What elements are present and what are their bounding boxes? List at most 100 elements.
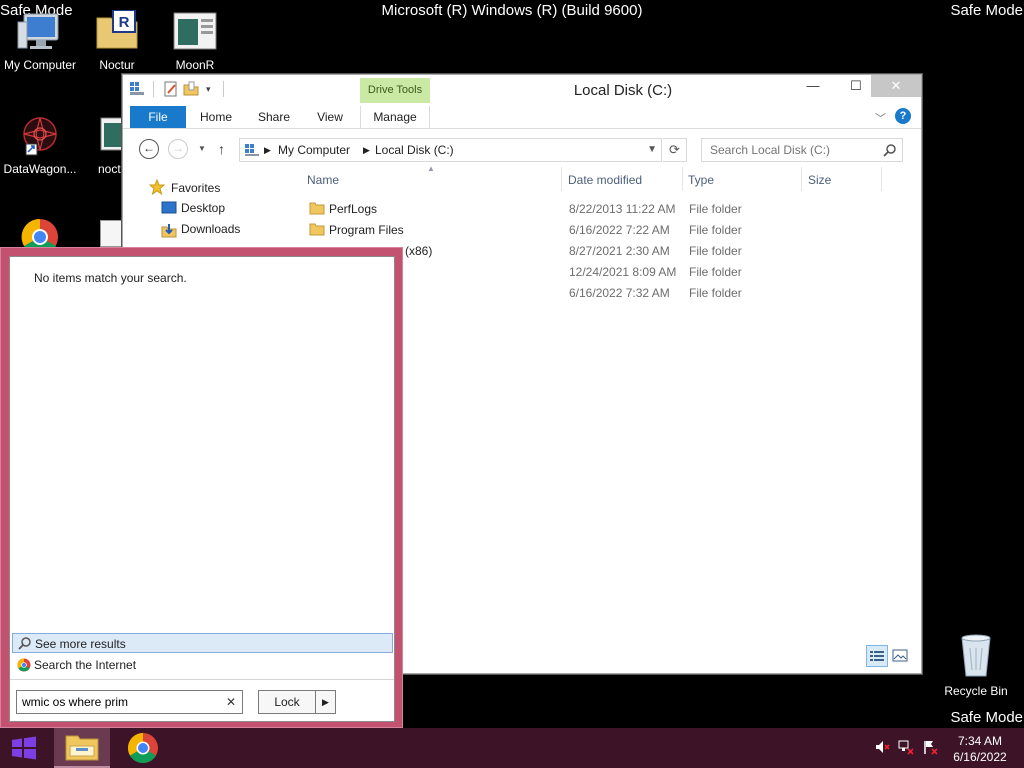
- window-image-icon: [171, 10, 219, 54]
- file-type: File folder: [689, 265, 742, 279]
- volume-muted-icon[interactable]: [874, 739, 890, 758]
- see-more-results-button[interactable]: See more results: [12, 633, 393, 653]
- breadcrumb-separator-icon[interactable]: ▶: [264, 145, 271, 156]
- tab-view[interactable]: View: [308, 106, 352, 128]
- breadcrumb-my-computer[interactable]: My Computer: [278, 143, 350, 157]
- column-divider[interactable]: [561, 167, 562, 191]
- column-size[interactable]: Size: [808, 173, 831, 187]
- ribbon-tabs: File Home Share View Manage ﹀ ?: [123, 103, 921, 129]
- search-input[interactable]: [702, 139, 872, 161]
- search-query-input[interactable]: [17, 691, 217, 713]
- title-bar[interactable]: ▾ Drive Tools Local Disk (C:) — ☐ ✕: [123, 75, 921, 103]
- properties-icon[interactable]: [163, 81, 179, 100]
- desktop-icon-partial[interactable]: [100, 220, 122, 247]
- desktop-icon-label: My Computer: [3, 58, 77, 72]
- windows-logo-icon: [12, 736, 36, 760]
- forward-button[interactable]: →: [168, 139, 188, 159]
- file-row[interactable]: Program Files 6/16/2022 7:22 AM File fol…: [301, 219, 901, 240]
- start-search-pane: No items match your search. See more res…: [0, 247, 403, 728]
- up-button[interactable]: ↑: [218, 141, 225, 157]
- details-view-button[interactable]: [866, 645, 888, 667]
- file-date: 6/16/2022 7:32 AM: [569, 286, 670, 300]
- file-type: File folder: [689, 202, 742, 216]
- tab-file[interactable]: File: [130, 106, 186, 128]
- tab-home[interactable]: Home: [193, 106, 239, 128]
- nav-downloads[interactable]: Downloads: [181, 222, 240, 236]
- file-explorer-icon: [65, 735, 99, 761]
- desktop-icon-chrome[interactable]: [0, 215, 80, 247]
- column-divider[interactable]: [801, 167, 802, 191]
- search-query-field[interactable]: ✕: [16, 690, 243, 714]
- clock-date: 6/16/2022: [953, 750, 1007, 764]
- desktop-icon-my-computer[interactable]: My Computer: [0, 10, 80, 72]
- breadcrumb-local-disk[interactable]: Local Disk (C:): [375, 143, 454, 157]
- desktop-icon-label: Noctur: [99, 58, 135, 72]
- back-button[interactable]: ←: [139, 139, 159, 159]
- file-date: 12/24/2021 8:09 AM: [569, 265, 677, 279]
- window-title: Local Disk (C:): [573, 82, 673, 99]
- breadcrumb-separator-icon[interactable]: ▶: [363, 145, 370, 156]
- network-error-icon[interactable]: [898, 739, 914, 758]
- lock-button[interactable]: Lock: [258, 690, 316, 714]
- column-name[interactable]: Name: [307, 173, 339, 187]
- search-internet-label: Search the Internet: [34, 658, 137, 672]
- see-more-results-label: See more results: [35, 637, 126, 651]
- start-button[interactable]: [8, 734, 40, 762]
- file-date: 6/16/2022 7:22 AM: [569, 223, 670, 237]
- window-menu-icon[interactable]: [129, 81, 145, 100]
- column-divider[interactable]: [682, 167, 683, 191]
- desktop-icon-moonr[interactable]: MoonR: [155, 10, 235, 72]
- nav-desktop[interactable]: Desktop: [181, 201, 225, 215]
- file-type: File folder: [689, 286, 742, 300]
- desktop-icon-label: DataWagon...: [3, 162, 77, 176]
- column-type[interactable]: Type: [688, 173, 714, 187]
- address-dropdown-icon[interactable]: ▼: [647, 144, 657, 155]
- search-internet-button[interactable]: Search the Internet: [12, 655, 393, 675]
- expand-ribbon-icon[interactable]: ﹀: [875, 110, 886, 126]
- recent-locations-button[interactable]: ▼: [198, 144, 206, 153]
- chrome-icon: [127, 733, 158, 764]
- customize-qat-icon[interactable]: ▾: [206, 84, 211, 95]
- taskbar-file-explorer[interactable]: [54, 728, 110, 768]
- recycle-bin-icon: [952, 630, 1000, 678]
- system-clock[interactable]: 7:34 AM 6/16/2022: [944, 733, 1016, 765]
- divider: [10, 679, 394, 680]
- search-results-panel: No items match your search. See more res…: [9, 256, 395, 722]
- taskbar-chrome[interactable]: [118, 728, 168, 768]
- address-bar[interactable]: ▶ My Computer ▶ Local Disk (C:) ▼: [239, 138, 662, 162]
- document-r-icon: R: [93, 9, 141, 54]
- file-name: Program Files: [329, 223, 404, 237]
- help-icon[interactable]: ?: [895, 108, 911, 124]
- maximize-button[interactable]: ☐: [836, 75, 876, 97]
- action-center-flag-icon[interactable]: [922, 739, 938, 758]
- refresh-button[interactable]: ⟳: [663, 138, 687, 162]
- power-options-arrow-button[interactable]: ▶: [316, 690, 336, 714]
- clock-time: 7:34 AM: [957, 734, 1003, 748]
- file-name: (x86): [405, 244, 433, 258]
- minimize-button[interactable]: —: [793, 75, 833, 97]
- tab-manage[interactable]: Manage: [360, 106, 430, 128]
- close-button[interactable]: ✕: [871, 75, 921, 97]
- file-type: File folder: [689, 244, 742, 258]
- safe-mode-label-top-right: Safe Mode: [950, 2, 1023, 19]
- desktop-icon-noctur[interactable]: R Noctur: [77, 9, 157, 72]
- details-view-icon: [870, 651, 884, 661]
- desktop-icon-recycle-bin[interactable]: Recycle Bin: [936, 630, 1016, 698]
- new-folder-icon[interactable]: [183, 81, 199, 100]
- tab-share[interactable]: Share: [251, 106, 297, 128]
- column-date-modified[interactable]: Date modified: [568, 173, 642, 187]
- search-icon: [18, 636, 32, 653]
- drive-tools-contextual-tab: Drive Tools: [360, 78, 430, 103]
- desktop-icon-datawagon[interactable]: DataWagon...: [0, 114, 80, 176]
- column-divider[interactable]: [881, 167, 882, 191]
- nav-favorites[interactable]: Favorites: [171, 181, 220, 195]
- file-date: 8/27/2021 2:30 AM: [569, 244, 670, 258]
- search-icon[interactable]: [883, 143, 897, 160]
- clear-search-icon[interactable]: ✕: [226, 695, 236, 709]
- file-row[interactable]: PerfLogs 8/22/2013 11:22 AM File folder: [301, 198, 901, 219]
- large-icons-view-button[interactable]: [891, 647, 909, 665]
- qat-divider: [223, 81, 224, 97]
- search-field[interactable]: [701, 138, 903, 162]
- desktop-folder-icon: [161, 201, 177, 218]
- navigation-bar: ← → ▼ ↑ ▶ My Computer ▶ Local Disk (C:) …: [123, 129, 921, 167]
